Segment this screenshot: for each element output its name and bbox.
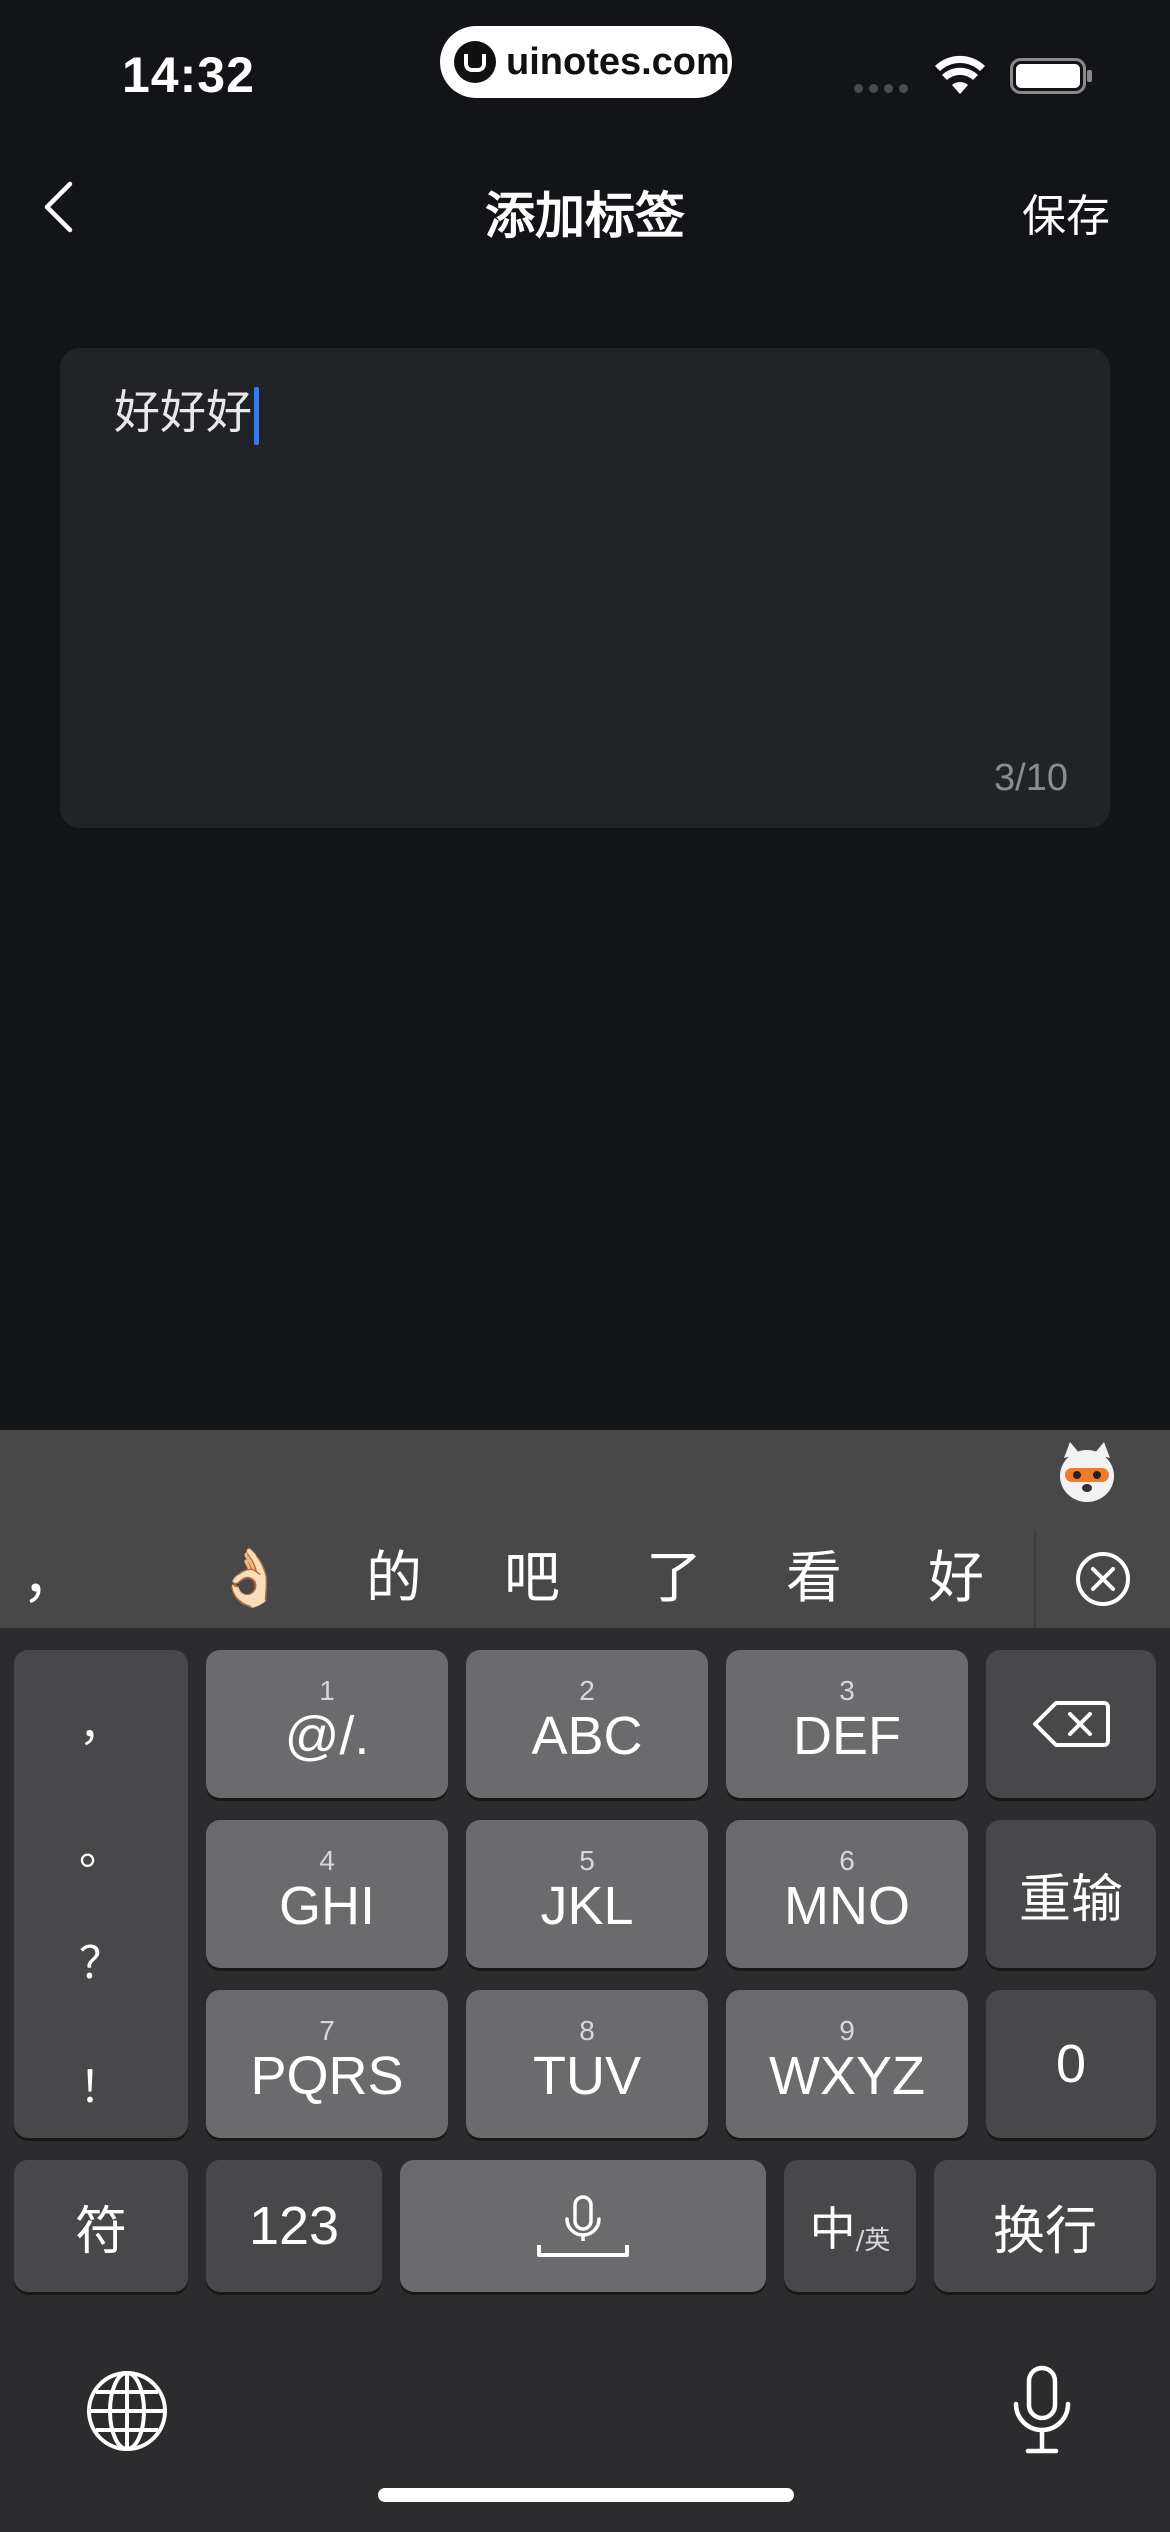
lang-sub-label: /英: [855, 2225, 891, 2256]
wifi-icon: [935, 55, 985, 94]
key-8-letters: TUV: [533, 2046, 641, 2106]
candidate-bar: ， 👌🏻 的 吧 了 看 好: [0, 1430, 1170, 1628]
cellular-signal-icon: [854, 84, 908, 93]
zero-key[interactable]: 0: [986, 1990, 1156, 2138]
watermark-logo-icon: [454, 41, 496, 83]
save-button[interactable]: 保存: [1022, 180, 1110, 244]
key-5[interactable]: 5 JKL: [466, 1820, 708, 1968]
numbers-key[interactable]: 123: [206, 2160, 382, 2292]
key-3[interactable]: 3 DEF: [726, 1650, 968, 1798]
home-indicator[interactable]: [378, 2488, 794, 2502]
candidate-ba[interactable]: 吧: [482, 1530, 582, 1628]
key-6[interactable]: 6 MNO: [726, 1820, 968, 1968]
key-5-num: 5: [579, 1845, 595, 1876]
key-4[interactable]: 4 GHI: [206, 1820, 448, 1968]
numbers-label: 123: [248, 2196, 340, 2256]
key-4-letters: GHI: [278, 1876, 375, 1936]
key-6-num: 6: [839, 1845, 855, 1876]
lang-main-label: 中: [809, 2202, 856, 2256]
key-9-letters: WXYZ: [769, 2046, 925, 2106]
key-2[interactable]: 2 ABC: [466, 1650, 708, 1798]
punct-exclaim-key[interactable]: ！: [14, 2022, 188, 2144]
punct-question-key[interactable]: ？: [14, 1898, 188, 2020]
key-2-num: 2: [579, 1675, 595, 1706]
ime-mascot-icon[interactable]: [1056, 1440, 1118, 1504]
punct-period-key[interactable]: 。: [14, 1784, 188, 1906]
page-title: 添加标签: [485, 187, 685, 245]
microphone-space-icon: [537, 2195, 629, 2257]
key-8[interactable]: 8 TUV: [466, 1990, 708, 2138]
circle-x-icon: [1076, 1552, 1130, 1606]
reinput-label: 重输: [1018, 1869, 1123, 1930]
ime-keyboard: ， 👌🏻 的 吧 了 看 好 ， 。 ？ ！ 1 @/. 2 ABC 3 DEF…: [0, 1430, 1170, 2532]
key-1-letters: @/.: [284, 1706, 370, 1766]
key-5-letters: JKL: [540, 1876, 634, 1936]
key-1-num: 1: [319, 1675, 335, 1706]
key-6-letters: MNO: [784, 1876, 910, 1936]
clear-candidates-button[interactable]: [1034, 1530, 1170, 1628]
key-2-letters: ABC: [531, 1706, 643, 1766]
key-7-letters: PQRS: [250, 2046, 404, 2106]
symbol-key[interactable]: 符: [14, 2160, 188, 2292]
candidate-kan[interactable]: 看: [764, 1530, 864, 1628]
reinput-key[interactable]: 重输: [986, 1820, 1156, 1968]
return-label: 换行: [992, 2201, 1097, 2262]
watermark-badge: uinotes.com: [440, 26, 732, 98]
candidate-comma[interactable]: ，: [20, 1530, 80, 1628]
language-switch-key[interactable]: 中 /英: [784, 2160, 916, 2292]
key-3-num: 3: [839, 1675, 855, 1706]
key-8-num: 8: [579, 2015, 595, 2046]
watermark-text: uinotes.com: [506, 40, 730, 83]
tag-input-value-wrap[interactable]: 好好好: [114, 378, 259, 446]
candidate-de[interactable]: 的: [344, 1530, 444, 1628]
candidate-ok-emoji[interactable]: 👌🏻: [200, 1530, 300, 1628]
key-9-num: 9: [839, 2015, 855, 2046]
status-time: 14:32: [122, 47, 255, 103]
text-caret: [254, 386, 259, 445]
key-9[interactable]: 9 WXYZ: [726, 1990, 968, 2138]
key-1[interactable]: 1 @/.: [206, 1650, 448, 1798]
candidate-le[interactable]: 了: [624, 1530, 724, 1628]
key-4-num: 4: [319, 1845, 335, 1876]
key-7[interactable]: 7 PQRS: [206, 1990, 448, 2138]
battery-icon: [1010, 58, 1092, 94]
tag-input-field[interactable]: 好好好 3/10: [60, 348, 1110, 828]
key-3-letters: DEF: [793, 1706, 901, 1766]
backspace-key[interactable]: [986, 1650, 1156, 1798]
candidate-list: ， 👌🏻 的 吧 了 看 好: [0, 1530, 1030, 1628]
char-counter: 3/10: [994, 757, 1068, 799]
candidate-hao[interactable]: 好: [906, 1530, 1006, 1628]
punct-comma-key[interactable]: ，: [14, 1660, 188, 1782]
backspace-icon: [1033, 1701, 1110, 1747]
zero-label: 0: [1055, 2034, 1087, 2094]
globe-icon[interactable]: [84, 2368, 170, 2454]
punctuation-column: ， 。 ？ ！: [14, 1650, 188, 2138]
tag-input-value: 好好好: [114, 385, 252, 439]
space-key[interactable]: [400, 2160, 766, 2292]
return-key[interactable]: 换行: [934, 2160, 1156, 2292]
microphone-icon[interactable]: [1010, 2364, 1074, 2456]
symbol-label: 符: [74, 2201, 127, 2262]
key-7-num: 7: [319, 2015, 335, 2046]
